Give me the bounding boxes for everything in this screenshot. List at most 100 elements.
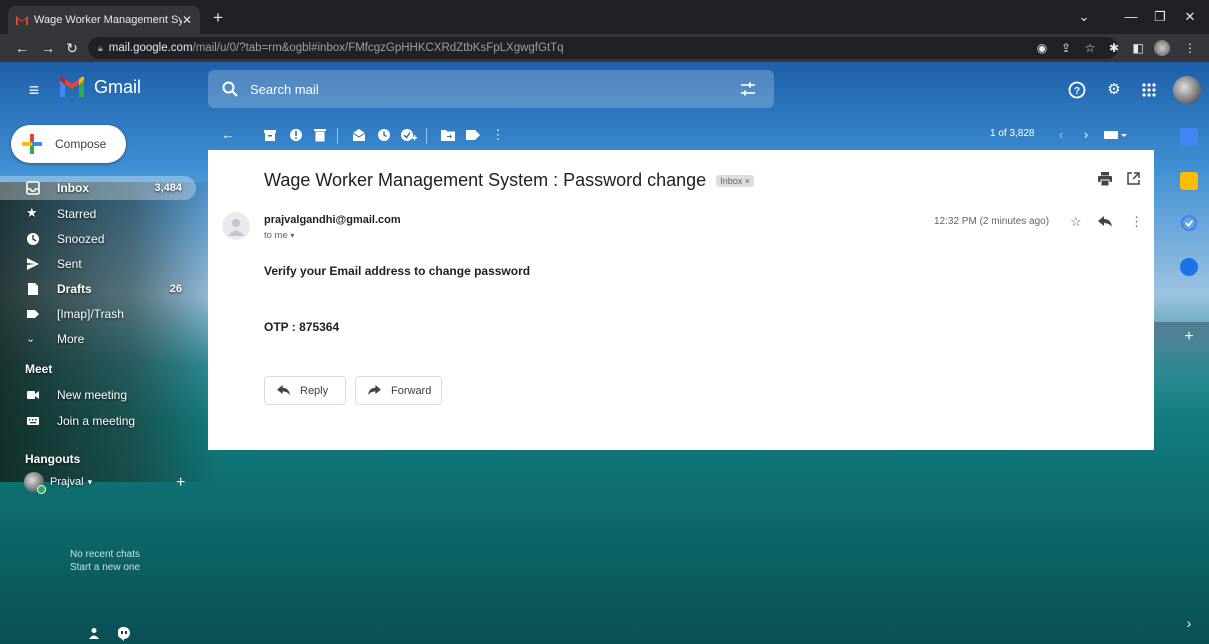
add-chat-icon[interactable]: + (176, 474, 185, 492)
tab-search-icon[interactable]: ⌄ (1074, 7, 1094, 27)
search-input[interactable]: Search mail (250, 82, 740, 97)
search-bar[interactable]: Search mail (208, 70, 774, 108)
back-arrow-icon[interactable]: ← (12, 38, 32, 58)
calendar-icon[interactable] (1180, 128, 1198, 146)
chevron-down-icon: ⌄ (26, 333, 36, 345)
minimize-window-button[interactable]: — (1121, 7, 1141, 27)
new-tab-button[interactable]: + (208, 8, 228, 28)
sidebar-item-drafts[interactable]: Drafts 26 (0, 277, 196, 301)
mark-unread-icon[interactable] (350, 126, 368, 144)
reload-icon[interactable]: ↻ (62, 38, 82, 58)
compose-button[interactable]: Compose (11, 125, 126, 163)
snooze-icon[interactable] (375, 126, 393, 144)
bottom-bar (88, 627, 130, 641)
sender-email[interactable]: prajvalgandhi@gmail.com (264, 214, 401, 226)
sidebar-item-inbox[interactable]: Inbox 3,484 (0, 176, 196, 200)
older-chevron-icon[interactable]: › (1077, 126, 1095, 144)
eye-icon[interactable]: ◉ (1032, 38, 1052, 58)
sidebar-item-label: New meeting (57, 388, 128, 402)
draft-count: 26 (169, 283, 182, 295)
contacts-icon[interactable] (1180, 258, 1198, 276)
archive-icon[interactable] (261, 126, 279, 144)
browser-menu-icon[interactable]: ⋮ (1180, 38, 1200, 58)
sidebar-item-label: Sent (57, 257, 82, 271)
forward-button[interactable]: Forward (355, 376, 442, 405)
no-chats-message: No recent chats Start a new one (20, 548, 190, 574)
recipient-text: to me (264, 230, 288, 241)
sidebar-item-new-meeting[interactable]: New meeting (0, 383, 196, 407)
back-to-inbox-icon[interactable]: ← (219, 126, 237, 144)
search-icon[interactable] (222, 81, 238, 97)
otp-text: OTP : 875364 (264, 320, 340, 334)
sidebar-item-join-meeting[interactable]: Join a meeting (0, 409, 196, 433)
email-subject: Wage Worker Management System : Password… (264, 170, 754, 191)
browser-tab[interactable]: Wage Worker Management Syste ✕ (8, 6, 200, 34)
print-icon[interactable] (1098, 172, 1112, 186)
close-tab-icon[interactable]: ✕ (182, 13, 192, 27)
sidebar-item-label: Join a meeting (57, 414, 136, 428)
star-outline-icon[interactable]: ☆ (1070, 214, 1082, 230)
profile-avatar-icon[interactable] (1152, 38, 1172, 58)
sidebar-item-sent[interactable]: Sent (0, 252, 196, 276)
keep-icon[interactable] (1180, 172, 1198, 190)
toolbar-divider (426, 128, 427, 144)
no-chats-text: No recent chats (69, 549, 141, 560)
settings-gear-icon[interactable]: ⚙ (1103, 79, 1125, 101)
keyboard-icon (26, 414, 40, 428)
hangouts-chat-icon[interactable] (118, 627, 130, 641)
message-more-icon[interactable]: ⋮ (1130, 214, 1143, 230)
side-panel-icon[interactable]: ◧ (1128, 38, 1148, 58)
compose-label: Compose (55, 137, 107, 151)
share-icon[interactable]: ⇪ (1056, 38, 1076, 58)
hangout-user[interactable]: Prajval ▾ (24, 472, 92, 494)
bookmark-star-icon[interactable]: ☆ (1080, 38, 1100, 58)
sidebar-item-label: Starred (57, 207, 97, 221)
sender-avatar[interactable] (222, 212, 250, 240)
show-side-panel-icon[interactable]: › (1180, 614, 1198, 632)
reply-button[interactable]: Reply (264, 376, 346, 405)
reply-label: Reply (300, 384, 329, 397)
labels-icon[interactable] (464, 126, 482, 144)
recipient-details[interactable]: to me ▾ (264, 230, 294, 241)
close-window-button[interactable]: ✕ (1180, 7, 1200, 27)
get-addons-icon[interactable]: + (1180, 328, 1198, 346)
forward-arrow-icon[interactable]: → (38, 38, 58, 58)
restore-window-button[interactable]: ❐ (1150, 7, 1170, 27)
extensions-puzzle-icon[interactable]: ✱ (1104, 38, 1124, 58)
email-message-card: Wage Worker Management System : Password… (208, 150, 1154, 450)
search-options-icon[interactable] (740, 82, 756, 96)
unread-count: 3,484 (154, 182, 182, 194)
sidebar-item-starred[interactable]: ★ Starred (0, 202, 196, 226)
sidebar-item-label: More (57, 332, 85, 346)
input-tools-icon[interactable] (1104, 126, 1134, 144)
report-spam-icon[interactable] (287, 126, 305, 144)
help-icon[interactable]: ? (1066, 79, 1088, 101)
reply-icon (277, 385, 290, 396)
move-to-icon[interactable] (439, 126, 457, 144)
email-body-text: Verify your Email address to change pass… (264, 264, 531, 278)
sidebar-item-trash[interactable]: [Imap]/Trash (0, 302, 196, 326)
apps-grid-icon[interactable] (1138, 79, 1160, 101)
sidebar-item-label: Inbox (57, 181, 89, 195)
forward-label: Forward (391, 384, 432, 397)
star-icon: ★ (26, 205, 38, 220)
inbox-label-chip[interactable]: Inbox × (716, 174, 754, 187)
newer-chevron-icon[interactable]: ‹ (1052, 126, 1070, 144)
start-new-chat-link[interactable]: Start a new one (20, 561, 190, 574)
sidebar-item-more[interactable]: ⌄ More (0, 327, 196, 351)
sidebar-item-label: [Imap]/Trash (57, 307, 124, 321)
forward-icon (368, 385, 381, 396)
browser-tab-bar: Wage Worker Management Syste ✕ + ⌄ — ❐ ✕ (0, 0, 1209, 34)
tasks-icon[interactable] (1180, 214, 1198, 232)
open-in-new-window-icon[interactable] (1127, 172, 1140, 185)
more-options-icon[interactable]: ⋮ (489, 126, 507, 144)
delete-icon[interactable] (311, 126, 329, 144)
main-menu-icon[interactable]: ≡ (24, 80, 44, 100)
person-icon[interactable] (88, 627, 100, 641)
reply-icon[interactable] (1098, 214, 1112, 228)
sidebar-item-snoozed[interactable]: Snoozed (0, 227, 196, 251)
address-bar[interactable]: 🔒︎ mail.google.com/mail/u/0/?tab=rm&ogbl… (88, 37, 1118, 59)
compose-plus-icon (21, 133, 43, 155)
gmail-logo[interactable]: Gmail (58, 76, 141, 98)
add-to-tasks-icon[interactable] (400, 126, 418, 144)
